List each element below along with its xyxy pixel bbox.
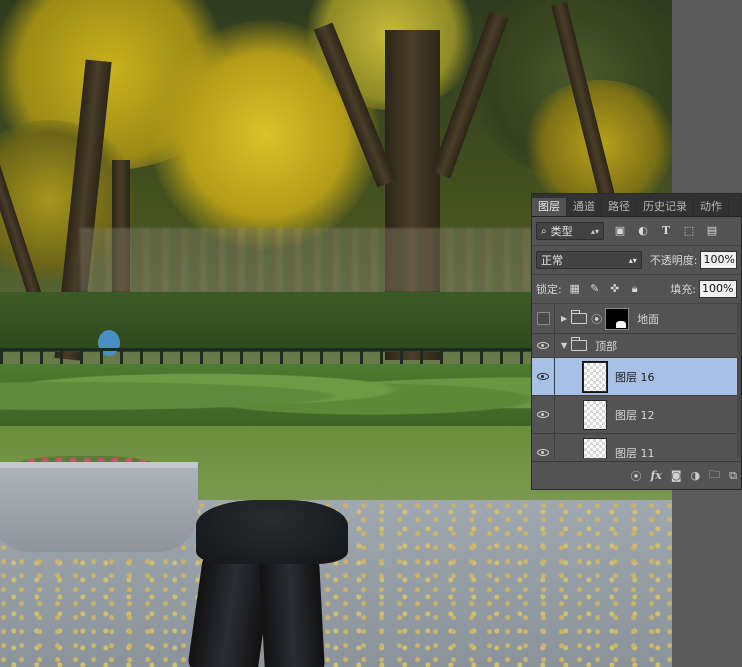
- fill-input[interactable]: 100%: [699, 280, 737, 298]
- fill-label: 填充:: [670, 283, 696, 296]
- panel-tabs: 图层 通道 路径 历史记录 动作: [532, 194, 741, 217]
- lock-label: 锁定:: [536, 283, 562, 296]
- type-filter-icon[interactable]: T: [659, 224, 673, 238]
- eye-icon: [537, 342, 549, 349]
- layer-11[interactable]: 图层 11: [532, 434, 741, 458]
- eye-icon: [537, 373, 549, 380]
- lock-row: 锁定: ▦ ✎ ✜ 🔒︎ 填充: 100%: [532, 275, 741, 304]
- tab-layers[interactable]: 图层: [532, 198, 567, 216]
- chain-link-icon[interactable]: ⦿: [591, 311, 602, 327]
- tab-history[interactable]: 历史记录: [637, 198, 694, 216]
- layer-thumbnail: [583, 399, 607, 430]
- search-icon: ⌕: [541, 225, 547, 237]
- layer-group-top[interactable]: ▼ 顶部: [532, 334, 741, 358]
- layer-16[interactable]: 图层 16: [532, 358, 741, 396]
- link-icon[interactable]: ⦿: [631, 468, 642, 484]
- layer-name: 图层 16: [615, 370, 655, 384]
- layers-panel: 图层 通道 路径 历史记录 动作 ⌕ 类型 ▴▾ ▣ ◐ T ⬚ ▤ 正常 ▴▾…: [531, 193, 742, 490]
- lock-all-icon[interactable]: 🔒︎: [628, 282, 642, 296]
- visibility-toggle[interactable]: [532, 334, 555, 357]
- layer-mask-thumbnail[interactable]: [605, 307, 630, 330]
- tab-channels[interactable]: 通道: [567, 198, 602, 216]
- visibility-toggle[interactable]: [532, 304, 555, 333]
- layer-thumbnail: [583, 437, 607, 458]
- layer-group-ground[interactable]: ▶ ⦿ 地面: [532, 304, 741, 334]
- filter-row: ⌕ 类型 ▴▾ ▣ ◐ T ⬚ ▤: [532, 217, 741, 246]
- motion-blur-band: [80, 228, 540, 292]
- person-leg: [258, 554, 326, 667]
- collapse-triangle-icon[interactable]: ▼: [561, 341, 567, 350]
- tab-paths[interactable]: 路径: [602, 198, 637, 216]
- new-group-icon[interactable]: 🗀︎: [709, 466, 720, 485]
- visibility-toggle[interactable]: [532, 434, 555, 458]
- stone-planter: [0, 462, 198, 552]
- eye-icon: [537, 449, 549, 456]
- dropdown-caret-icon: ▴▾: [628, 255, 637, 265]
- lock-transparent-pixels-icon[interactable]: ▦: [568, 282, 582, 296]
- layer-filter-select[interactable]: ⌕ 类型 ▴▾: [536, 222, 604, 240]
- layer-name: 图层 11: [615, 446, 655, 459]
- layer-thumbnail: [582, 360, 608, 393]
- folder-icon: [571, 310, 588, 324]
- blend-mode-select[interactable]: 正常 ▴▾: [536, 251, 642, 269]
- opacity-label: 不透明度:: [649, 254, 698, 267]
- image-filter-icon[interactable]: ▣: [613, 224, 627, 238]
- layers-scrollbar[interactable]: [737, 304, 741, 458]
- add-mask-icon[interactable]: ◙: [671, 469, 682, 482]
- new-layer-icon[interactable]: ⧉: [729, 469, 737, 483]
- layer-name: 地面: [637, 312, 660, 326]
- visibility-toggle[interactable]: [532, 396, 555, 433]
- person-skirt: [196, 500, 348, 564]
- filter-kind-label: 类型: [550, 225, 573, 238]
- dropdown-caret-icon: ▴▾: [590, 226, 599, 236]
- adjustment-icon[interactable]: ◑: [691, 469, 701, 482]
- blend-row: 正常 ▴▾ 不透明度: 100%: [532, 246, 741, 275]
- layer-name: 顶部: [595, 339, 618, 353]
- adjustment-filter-icon[interactable]: ◐: [636, 224, 650, 238]
- smart-object-filter-icon[interactable]: ▤: [705, 224, 719, 238]
- visibility-toggle[interactable]: [532, 358, 555, 395]
- opacity-input[interactable]: 100%: [700, 251, 737, 269]
- blend-mode-value: 正常: [541, 254, 563, 267]
- layer-12[interactable]: 图层 12: [532, 396, 741, 434]
- tab-actions[interactable]: 动作: [694, 198, 729, 216]
- folder-icon: [571, 337, 588, 351]
- layer-name: 图层 12: [615, 408, 655, 422]
- panel-footer: ⦿ fx ◙ ◑ 🗀︎ ⧉: [532, 461, 741, 489]
- expand-triangle-icon[interactable]: ▶: [561, 314, 567, 323]
- lock-position-icon[interactable]: ✜: [608, 282, 622, 296]
- visibility-off-box: [536, 312, 550, 325]
- eye-icon: [537, 411, 549, 418]
- lock-image-pixels-icon[interactable]: ✎: [588, 282, 602, 296]
- layers-list: ▶ ⦿ 地面 ▼ 顶部 图层 16 图层 12 图层 11: [532, 304, 741, 458]
- fx-icon[interactable]: fx: [651, 469, 662, 482]
- shape-filter-icon[interactable]: ⬚: [682, 224, 696, 238]
